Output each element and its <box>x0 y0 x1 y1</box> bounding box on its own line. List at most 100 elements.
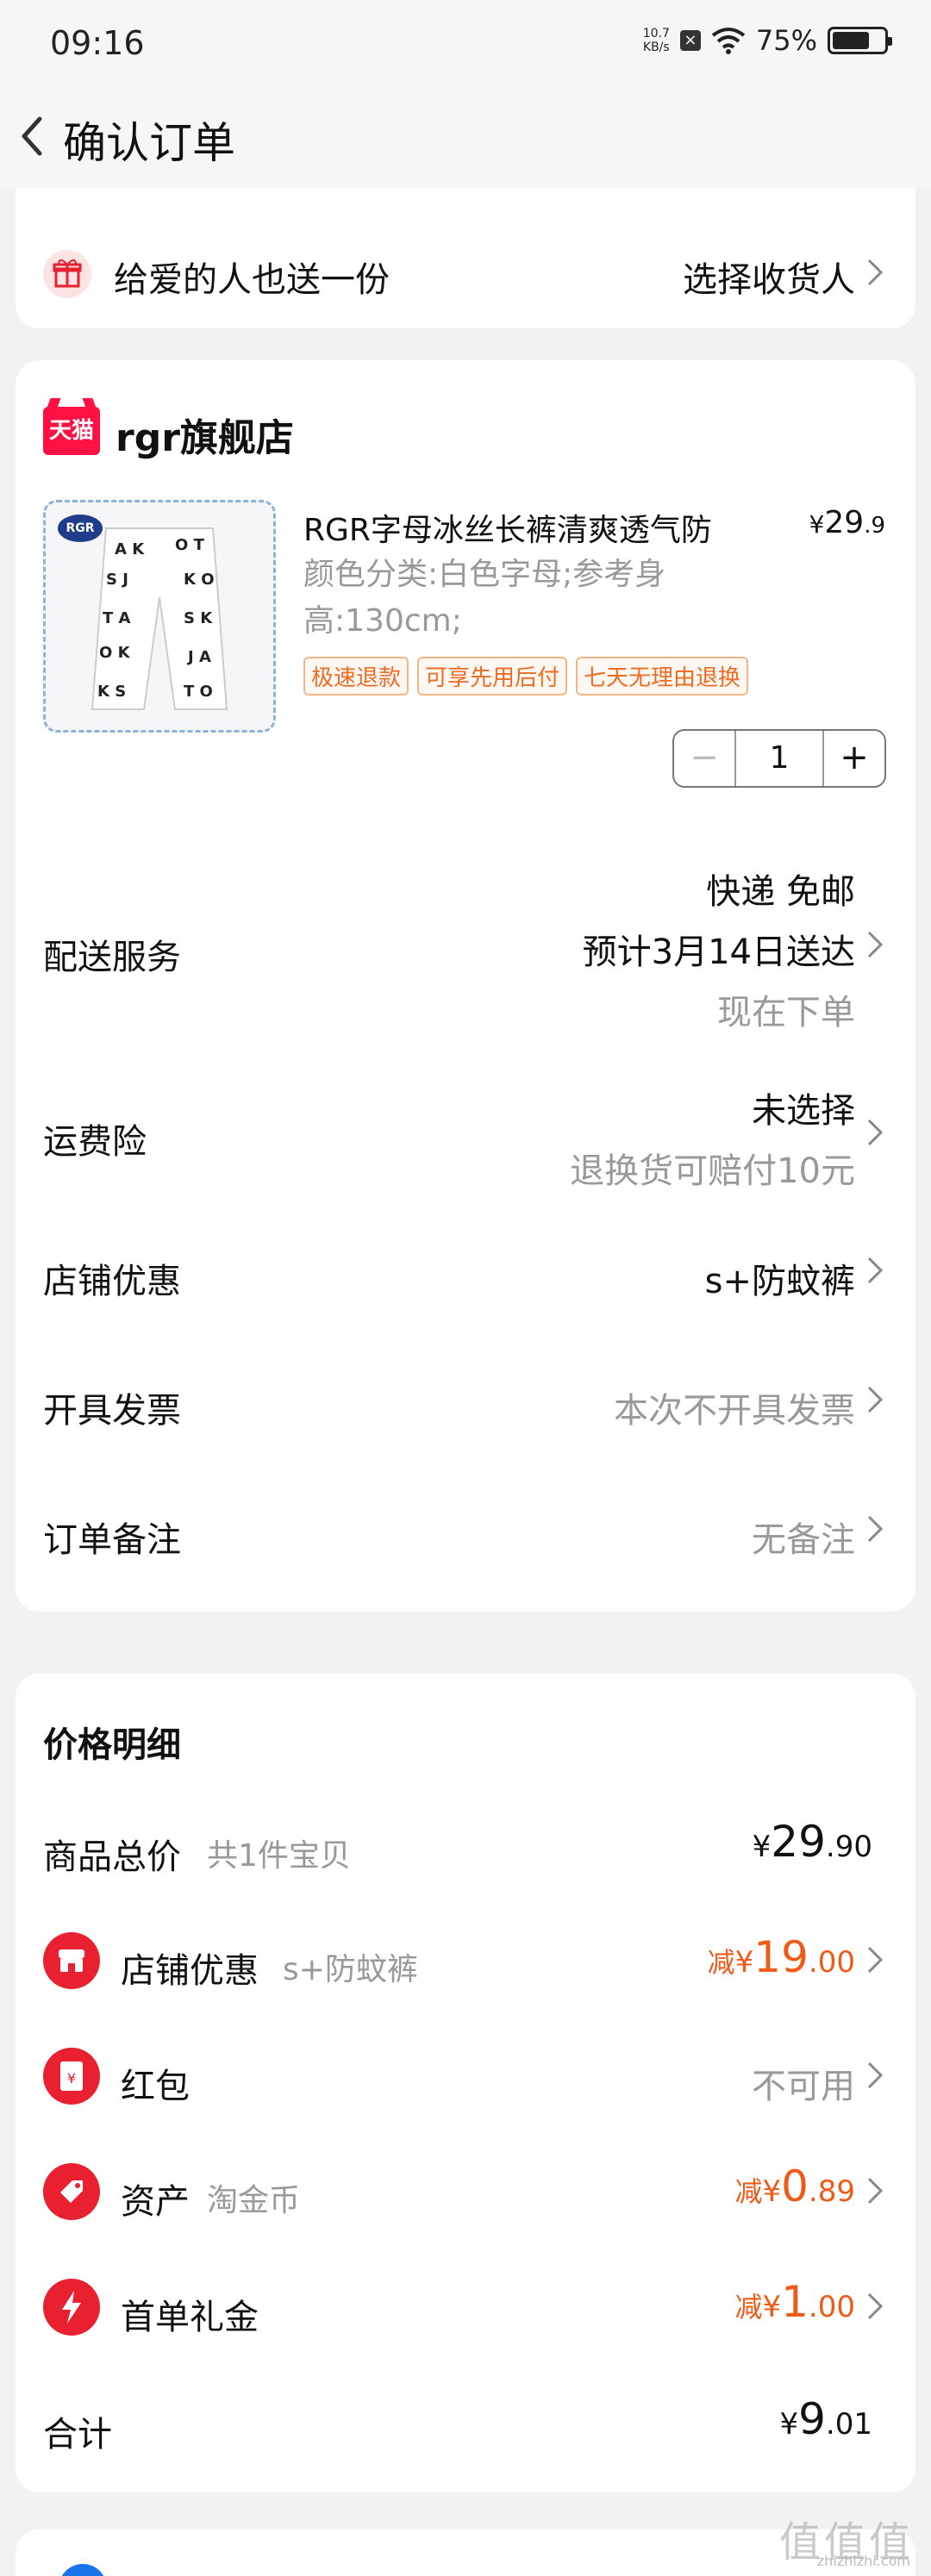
int: 29 <box>771 1817 826 1867</box>
product-thumbnail[interactable]: A K O T S J K O T A S K O K J A K S T O RGR <box>43 500 276 733</box>
battery-icon <box>828 27 892 54</box>
int: 9 <box>798 2394 826 2444</box>
insurance-label: 运费险 <box>43 1122 147 1162</box>
shop-discount-label: 店铺优惠 <box>43 1262 181 1301</box>
net-speed-unit: KB/s <box>642 41 670 54</box>
price-shop-discount-label: 店铺优惠 <box>121 1951 259 1991</box>
net-speed-value: 10.7 <box>642 27 670 41</box>
red-packet-value: 不可用 <box>752 2067 855 2106</box>
order-note-value: 无备注 <box>752 1520 855 1560</box>
assets-amount: 减¥0.89 <box>734 2161 855 2211</box>
delivery-eta: 预计3月14日送达 <box>582 932 855 972</box>
invoice-value: 本次不开具发票 <box>614 1391 855 1431</box>
cur: ¥ <box>734 1945 754 1980</box>
product-spec[interactable]: 颜色分类:白色字母;参考身 高:130cm; <box>303 552 752 645</box>
status-icons: 10.7 KB/s × 75% <box>643 24 892 57</box>
dec: .89 <box>808 2174 855 2209</box>
cur: ¥ <box>752 1830 772 1864</box>
shop-discount-value: s+防蚊裤 <box>704 1262 855 1301</box>
svg-text:T A: T A <box>103 609 131 627</box>
spec-line-1: 颜色分类:白色字母;参考身 <box>303 557 666 592</box>
lightning-icon <box>43 2279 100 2336</box>
price-dec: .9 <box>864 513 885 539</box>
dec: .90 <box>825 1830 872 1864</box>
svg-text:K O: K O <box>184 571 215 589</box>
chevron-right-icon <box>867 1946 884 1974</box>
delivery-method: 快递 免邮 <box>706 872 855 912</box>
svg-text:J A: J A <box>186 648 211 666</box>
dec: .00 <box>808 2290 855 2324</box>
shop-name[interactable]: rgr旗舰店 <box>116 407 294 462</box>
watermark-url: zhizhizhi.com <box>816 2553 910 2569</box>
service-tags: 极速退款 可享先用后付 七天无理由退换 <box>303 657 749 695</box>
nav-bar: 确认订单 <box>0 86 931 188</box>
spec-line-2: 高:130cm; <box>303 603 462 639</box>
price-shop-discount-amount: 减¥19.00 <box>708 1932 855 1982</box>
prefix: 减 <box>734 2291 763 2323</box>
wifi-icon <box>711 28 746 54</box>
chevron-right-icon <box>867 2061 884 2089</box>
price-detail-card: 价格明细 商品总价 共1件宝贝 ¥29.90 店铺优惠 s+防蚊裤 减¥19.0… <box>16 1674 915 2492</box>
net-speed: 10.7 KB/s <box>643 27 670 54</box>
chevron-right-icon <box>867 1257 884 1284</box>
red-packet-glyph: ¥ <box>67 2070 76 2086</box>
choose-recipient-link[interactable]: 选择收货人 <box>683 252 855 302</box>
quantity-stepper: − 1 + <box>672 729 886 788</box>
status-bar: 09:16 10.7 KB/s × 75% <box>0 0 931 86</box>
back-arrow-icon[interactable] <box>12 109 64 164</box>
assets-sub: 淘金币 <box>207 2183 301 2218</box>
increase-quantity-button[interactable]: + <box>822 731 884 786</box>
total-label: 合计 <box>43 2415 112 2454</box>
gift-card[interactable]: 给爱的人也送一份 选择收货人 <box>16 188 915 328</box>
page-title: 确认订单 <box>63 118 235 168</box>
section-icon <box>59 2564 107 2576</box>
assets-label: 资产 <box>121 2182 190 2222</box>
tag-fast-refund: 极速退款 <box>303 657 409 695</box>
battery-percent: 75% <box>755 24 817 57</box>
insurance-status: 未选择 <box>752 1091 855 1131</box>
svg-text:O T: O T <box>175 536 205 554</box>
prefix: 减 <box>707 1946 735 1979</box>
brand-badge: RGR <box>58 515 103 542</box>
total-amount: ¥9.01 <box>779 2394 872 2444</box>
goods-count: 共1件宝贝 <box>207 1838 351 1874</box>
product-price: ¥29.9 <box>809 505 885 540</box>
first-order-amount: 减¥1.00 <box>734 2277 855 2327</box>
red-packet-label: 红包 <box>121 2067 190 2106</box>
svg-text:T O: T O <box>184 683 213 701</box>
chevron-right-icon <box>867 2292 884 2320</box>
cur: ¥ <box>762 2174 782 2209</box>
goods-total-amount: ¥29.90 <box>753 1817 872 1867</box>
tmall-badge: 天猫 <box>43 407 100 455</box>
sim-off-icon: × <box>679 30 701 51</box>
order-note-label: 订单备注 <box>43 1520 181 1560</box>
clock: 09:16 <box>50 24 145 62</box>
int: 0 <box>781 2161 809 2211</box>
tag-pay-later: 可享先用后付 <box>417 657 568 695</box>
price-detail-title: 价格明细 <box>43 1725 181 1765</box>
gift-label: 给爱的人也送一份 <box>114 260 390 300</box>
cur: ¥ <box>779 2407 799 2442</box>
goods-total-label: 商品总价 <box>43 1837 181 1877</box>
price-currency: ¥ <box>809 510 825 539</box>
svg-text:S J: S J <box>106 571 128 589</box>
store-icon <box>43 1932 100 1989</box>
price-int: 29 <box>824 505 865 540</box>
chevron-right-icon <box>867 1386 884 1413</box>
first-order-label: 首单礼金 <box>121 2298 259 2337</box>
int: 1 <box>781 2277 809 2327</box>
svg-text:S K: S K <box>184 609 213 627</box>
product-title[interactable]: RGR字母冰丝长裤清爽透气防 <box>303 505 786 550</box>
dec: .01 <box>825 2407 872 2442</box>
decrease-quantity-button[interactable]: − <box>674 731 736 786</box>
svg-text:O K: O K <box>99 644 131 662</box>
chevron-right-icon <box>867 1119 884 1146</box>
chevron-right-icon <box>867 931 884 958</box>
quantity-value[interactable]: 1 <box>736 731 822 786</box>
chevron-right-icon <box>867 1515 884 1543</box>
delivery-label: 配送服务 <box>43 938 181 977</box>
prefix: 减 <box>734 2175 763 2208</box>
price-shop-discount-sub: s+防蚊裤 <box>283 1952 418 1987</box>
chevron-right-icon <box>867 2177 884 2205</box>
svg-text:A K: A K <box>115 540 145 558</box>
